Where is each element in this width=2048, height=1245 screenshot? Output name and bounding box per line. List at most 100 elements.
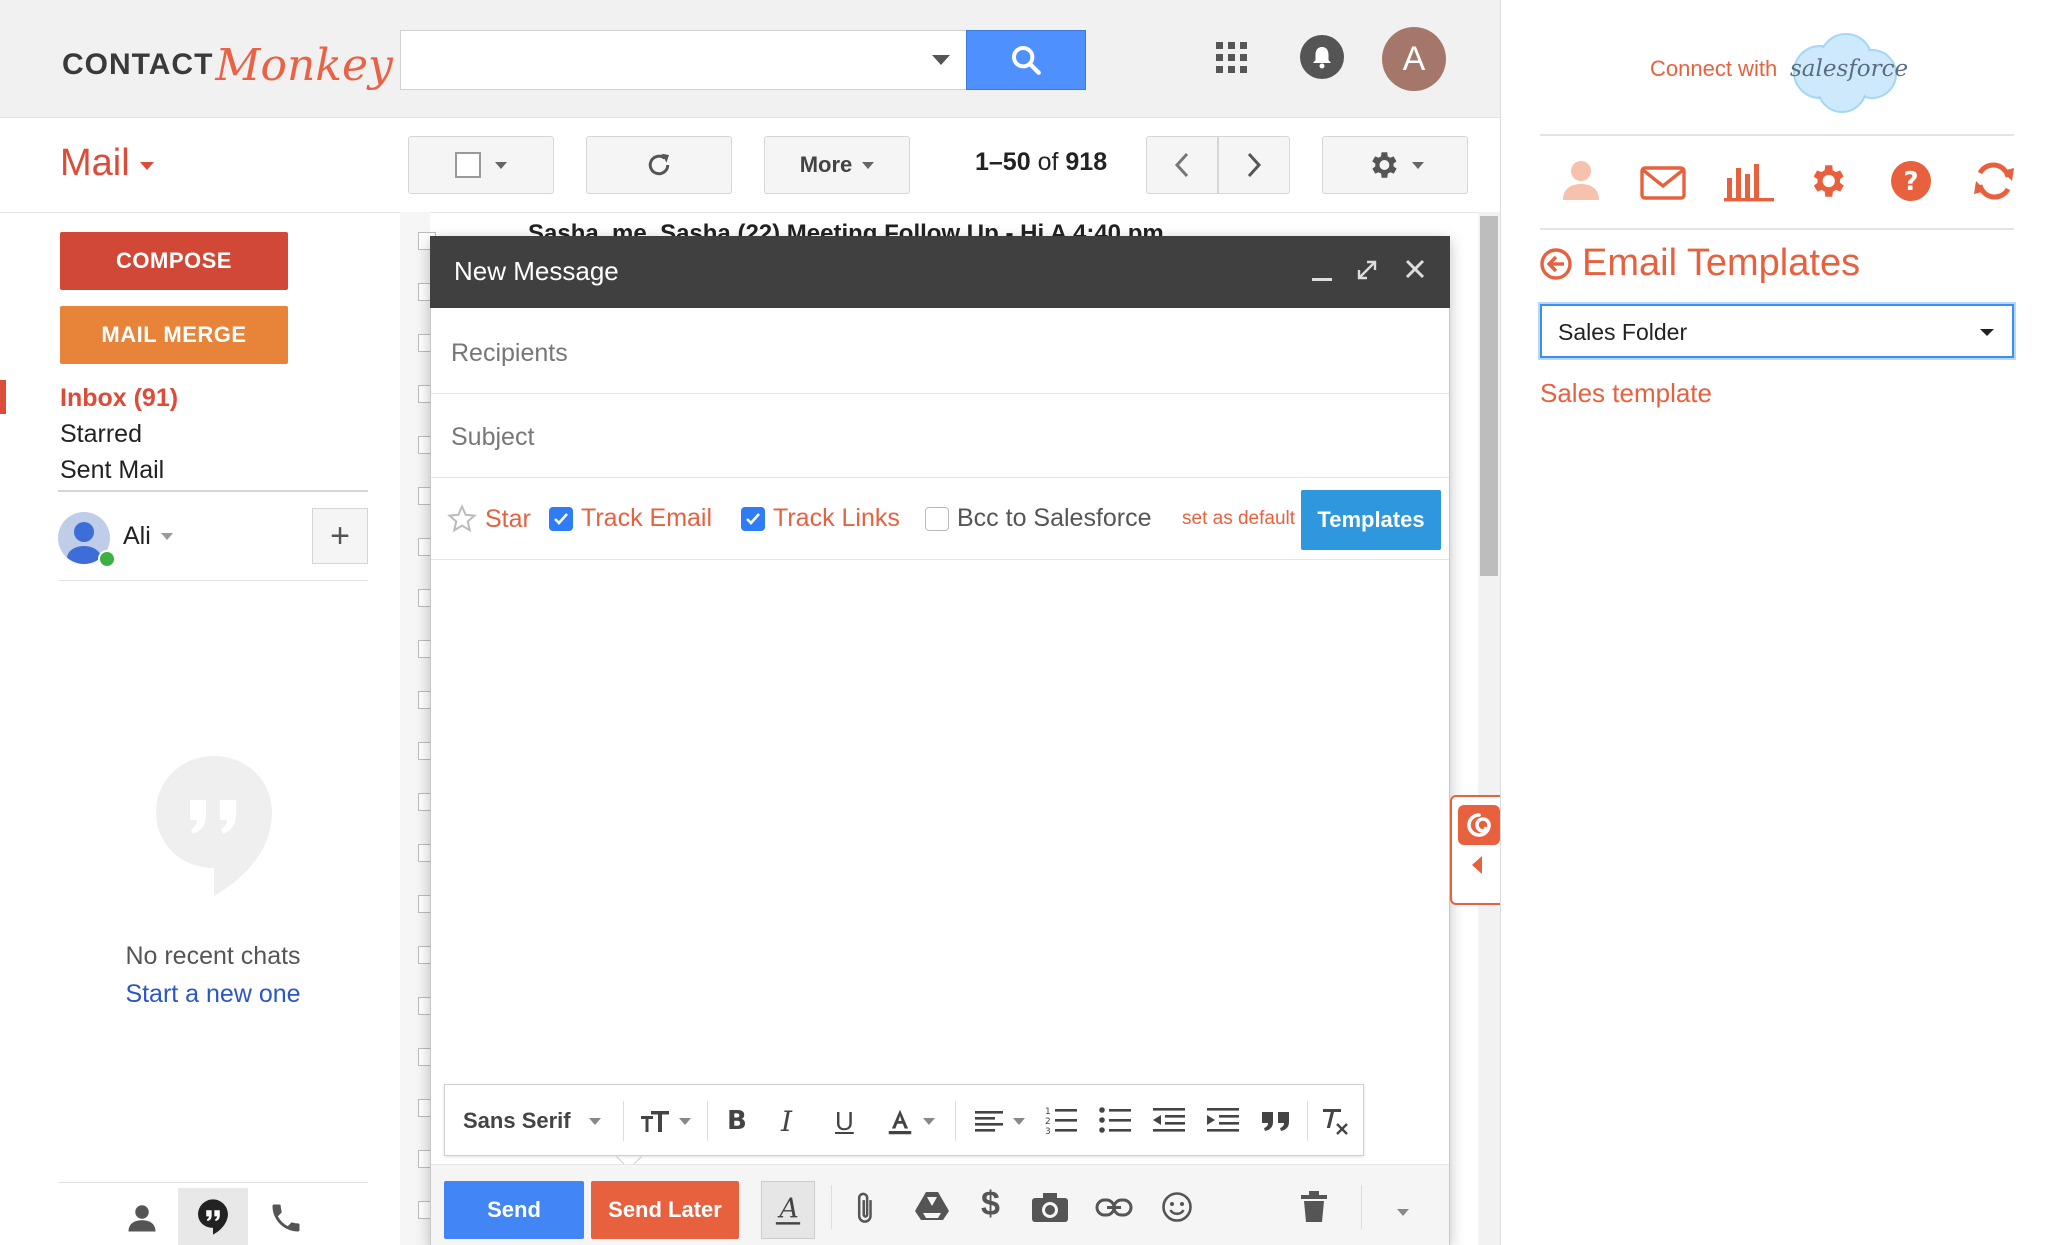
chevron-down-icon xyxy=(923,1117,935,1125)
text-color-button[interactable] xyxy=(885,1103,935,1139)
star-option[interactable]: Star xyxy=(447,504,531,534)
older-page-button[interactable] xyxy=(1146,136,1218,194)
indent-more-icon[interactable] xyxy=(1207,1103,1239,1139)
underline-icon[interactable]: U xyxy=(835,1103,854,1139)
select-all-checkbox-button[interactable] xyxy=(408,136,554,194)
italic-icon[interactable]: I xyxy=(781,1103,792,1139)
track-links-option[interactable]: Track Links xyxy=(741,504,900,533)
refresh-sync-icon[interactable] xyxy=(1972,160,2016,202)
insert-link-icon[interactable] xyxy=(1095,1197,1133,1219)
nav-item-sent-mail[interactable]: Sent Mail xyxy=(60,456,164,485)
settings-gear-icon[interactable] xyxy=(1806,160,1848,202)
svg-text:1: 1 xyxy=(1045,1107,1051,1117)
star-label: Star xyxy=(485,504,531,533)
analytics-bar-chart-icon[interactable] xyxy=(1724,162,1774,202)
font-family-select[interactable]: Sans Serif xyxy=(463,1103,601,1139)
minimize-icon[interactable] xyxy=(1312,278,1332,281)
no-recent-chats-text: No recent chats xyxy=(125,942,301,970)
close-icon[interactable] xyxy=(1404,258,1426,280)
bcc-salesforce-option[interactable]: Bcc to Salesforce xyxy=(925,504,1152,533)
track-email-checkbox[interactable] xyxy=(549,506,573,531)
divider xyxy=(1361,1185,1362,1229)
contactmonkey-logo[interactable]: CONTACT Monkey xyxy=(62,30,393,100)
send-later-button[interactable]: Send Later xyxy=(591,1181,739,1239)
email-envelope-icon[interactable] xyxy=(1640,166,1686,200)
contacts-person-icon[interactable] xyxy=(124,1200,160,1236)
font-family-label: Sans Serif xyxy=(463,1108,571,1133)
notifications-bell-icon[interactable] xyxy=(1300,35,1344,79)
nav-item-inbox[interactable]: Inbox (91) xyxy=(60,384,178,413)
checkmark-icon xyxy=(554,512,568,525)
template-folder-select[interactable]: Sales Folder xyxy=(1540,304,2014,358)
search-options-chevron-icon[interactable] xyxy=(932,55,950,65)
account-avatar[interactable]: A xyxy=(1382,27,1446,91)
phone-icon[interactable] xyxy=(268,1200,304,1236)
quote-icon[interactable] xyxy=(1261,1103,1291,1139)
font-size-button[interactable] xyxy=(639,1103,691,1139)
bold-icon[interactable]: B xyxy=(727,1103,747,1139)
send-button[interactable]: Send xyxy=(444,1181,584,1239)
add-contact-button[interactable]: + xyxy=(312,508,368,564)
divider xyxy=(955,1101,956,1141)
more-label: More xyxy=(799,152,853,177)
mail-merge-button[interactable]: MAIL MERGE xyxy=(60,306,288,364)
star-icon xyxy=(447,504,477,533)
indent-less-icon[interactable] xyxy=(1153,1103,1185,1139)
attach-paperclip-icon[interactable] xyxy=(853,1191,879,1225)
contact-person-icon[interactable] xyxy=(1562,160,1600,200)
connect-with-label[interactable]: Connect with xyxy=(1650,56,1777,82)
discard-trash-icon[interactable] xyxy=(1301,1191,1327,1223)
expand-icon[interactable] xyxy=(1356,259,1378,281)
help-question-icon[interactable]: ? xyxy=(1890,160,1932,202)
more-options-chevron-icon[interactable] xyxy=(1397,1203,1409,1221)
money-dollar-icon[interactable]: $ xyxy=(981,1185,1000,1224)
google-drive-icon[interactable] xyxy=(915,1191,949,1221)
checkbox-icon xyxy=(455,152,481,178)
contactmonkey-sidebar-tab[interactable] xyxy=(1450,795,1500,905)
svg-text:3: 3 xyxy=(1045,1127,1051,1136)
mail-menu[interactable]: Mail xyxy=(60,142,154,185)
logo-text-contact: CONTACT xyxy=(62,48,214,81)
formatting-a-icon: A xyxy=(775,1193,801,1225)
bcc-salesforce-checkbox[interactable] xyxy=(925,506,949,531)
emoji-icon[interactable] xyxy=(1161,1191,1193,1223)
hangouts-bubble-icon xyxy=(152,752,276,900)
start-new-chat-link[interactable]: Start a new one xyxy=(60,980,366,1009)
search-button[interactable] xyxy=(966,30,1086,90)
salesforce-label: salesforce xyxy=(1790,56,1909,82)
active-indicator xyxy=(0,380,6,414)
settings-button[interactable] xyxy=(1322,136,1468,194)
chevron-down-icon xyxy=(1412,161,1424,169)
template-item[interactable]: Sales template xyxy=(1540,378,1712,409)
back-arrow-icon[interactable] xyxy=(1540,248,1572,280)
checkmark-icon xyxy=(746,512,760,525)
more-button[interactable]: More xyxy=(764,136,910,194)
svg-text:2: 2 xyxy=(1045,1117,1051,1127)
track-email-option[interactable]: Track Email xyxy=(549,504,712,533)
refresh-button[interactable] xyxy=(586,136,732,194)
track-links-checkbox[interactable] xyxy=(741,506,765,531)
send-toolbar: Send Send Later A $ xyxy=(431,1164,1449,1245)
bulleted-list-icon[interactable] xyxy=(1099,1103,1131,1139)
svg-text:A: A xyxy=(777,1193,799,1224)
align-button[interactable] xyxy=(975,1103,1025,1139)
hangouts-tab[interactable] xyxy=(178,1188,248,1245)
divider xyxy=(1540,228,2014,230)
recipients-input[interactable] xyxy=(449,334,1413,372)
user-status-menu[interactable]: Ali xyxy=(123,522,173,551)
pagination-info: 1–50 of 918 xyxy=(975,148,1107,177)
nav-item-starred[interactable]: Starred xyxy=(60,420,142,449)
formatting-options-button[interactable]: A xyxy=(761,1181,815,1239)
photo-camera-icon[interactable] xyxy=(1031,1191,1069,1223)
message-body[interactable] xyxy=(431,562,1449,1080)
set-as-default-link[interactable]: set as default xyxy=(1182,508,1295,530)
newer-page-button[interactable] xyxy=(1218,136,1290,194)
compose-button[interactable]: COMPOSE xyxy=(60,232,288,290)
scrollbar-thumb[interactable] xyxy=(1480,216,1498,576)
apps-grid-icon[interactable] xyxy=(1216,42,1248,74)
search-box[interactable] xyxy=(400,30,968,90)
templates-button[interactable]: Templates xyxy=(1301,490,1441,550)
subject-input[interactable] xyxy=(449,418,1413,456)
clear-formatting-icon[interactable] xyxy=(1319,1103,1351,1139)
numbered-list-icon[interactable]: 123 xyxy=(1045,1103,1077,1139)
